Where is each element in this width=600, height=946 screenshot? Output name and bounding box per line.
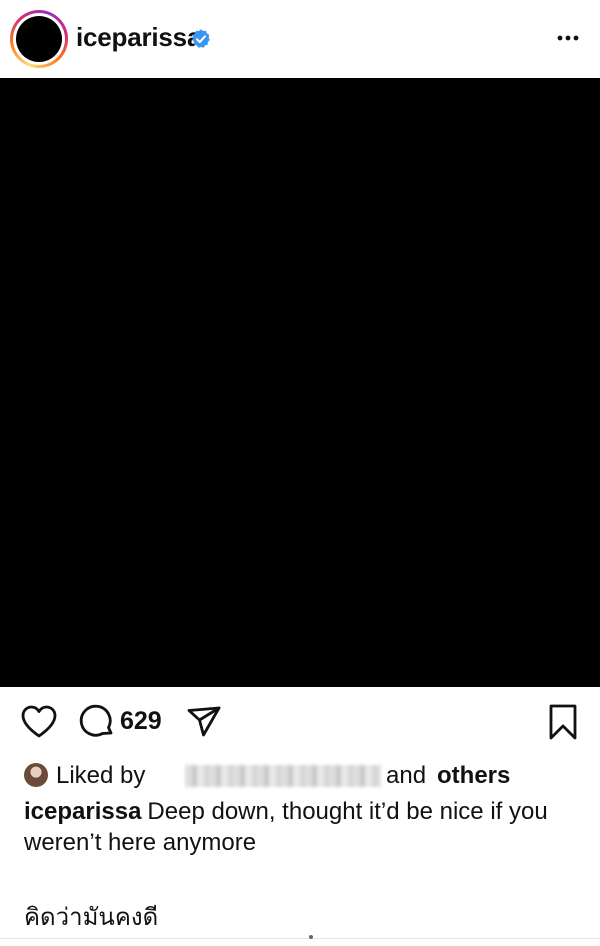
blurred-username	[185, 765, 381, 787]
liked-by-and: and	[386, 762, 427, 789]
divider	[0, 938, 600, 939]
profile-avatar	[16, 16, 62, 62]
username[interactable]: iceparissa	[76, 22, 201, 53]
heart-icon[interactable]	[20, 703, 58, 741]
post-caption: iceparissa Deep down, thought it’d be nic…	[24, 796, 564, 858]
comment-icon[interactable]	[78, 703, 116, 741]
caption-username[interactable]: iceparissa	[24, 798, 141, 825]
liked-by-label: Liked by	[56, 762, 146, 789]
verified-badge-icon	[192, 29, 210, 48]
post-image[interactable]	[0, 78, 600, 687]
comment-count: 629	[120, 707, 162, 735]
more-options-icon[interactable]	[552, 28, 584, 48]
liked-by-others[interactable]: others	[437, 762, 510, 790]
caption-thai-text: คิดว่ามันคงดี	[24, 903, 159, 931]
avatar-frame	[13, 13, 65, 65]
carousel-indicator-dot	[309, 935, 313, 939]
liker-avatar	[24, 763, 48, 787]
profile-avatar-story-ring[interactable]	[10, 10, 68, 68]
post-header: iceparissa	[0, 0, 600, 78]
share-icon[interactable]	[186, 704, 222, 740]
bookmark-icon[interactable]	[546, 703, 580, 741]
